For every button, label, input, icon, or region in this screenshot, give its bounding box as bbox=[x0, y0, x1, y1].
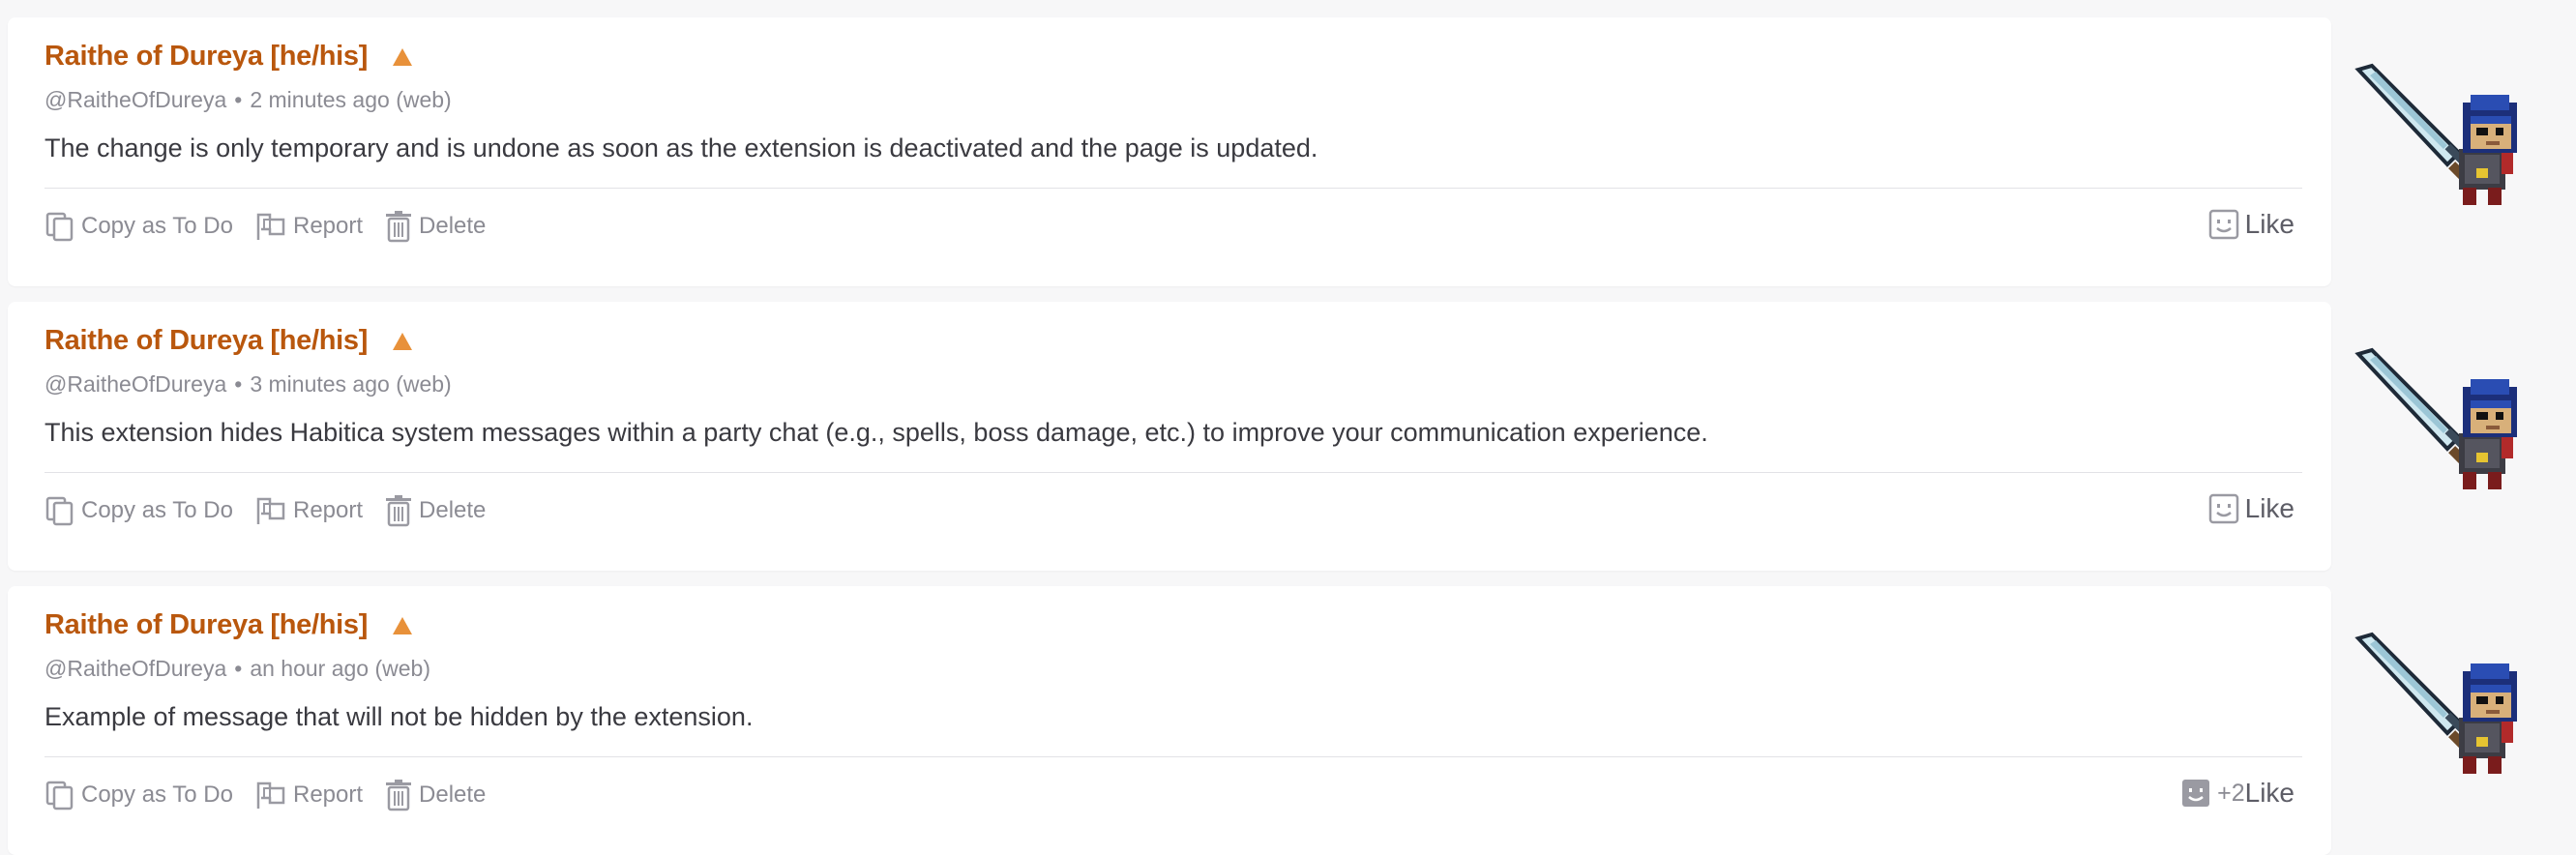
sword-icon bbox=[2354, 632, 2472, 750]
message-card: Raithe of Dureya [he/his] @RaitheOfDurey… bbox=[8, 302, 2331, 571]
username[interactable]: Raithe of Dureya [he/his] bbox=[44, 41, 368, 73]
smiley-face-icon bbox=[2208, 493, 2238, 524]
delete-button[interactable]: Delete bbox=[384, 494, 486, 527]
copy-as-todo-label: Copy as To Do bbox=[81, 213, 233, 239]
flag-icon bbox=[256, 497, 285, 524]
report-label: Report bbox=[292, 213, 364, 239]
copy-as-todo-button[interactable]: Copy as To Do bbox=[44, 211, 233, 242]
report-button[interactable]: Report bbox=[254, 211, 363, 242]
message-meta: @RaitheOfDureya • 3 minutes ago (web) bbox=[44, 371, 452, 398]
chat-message: Raithe of Dureya [he/his] @RaitheOfDurey… bbox=[0, 569, 2576, 855]
message-meta: @RaitheOfDureya • 2 minutes ago (web) bbox=[44, 87, 452, 113]
copy-as-todo-button[interactable]: Copy as To Do bbox=[44, 495, 233, 526]
like-count: +2 bbox=[2217, 779, 2245, 807]
message-timestamp: an hour ago (web) bbox=[250, 656, 431, 681]
message-text: Example of message that will not be hidd… bbox=[44, 702, 754, 731]
report-label: Report bbox=[292, 497, 364, 523]
copy-icon bbox=[45, 781, 74, 811]
user-avatar[interactable] bbox=[2351, 627, 2534, 781]
user-handle: @RaitheOfDureya bbox=[44, 371, 227, 397]
tier-triangle-icon bbox=[392, 46, 413, 68]
like-label: Like bbox=[2244, 209, 2295, 239]
copy-icon bbox=[45, 212, 74, 242]
user-handle: @RaitheOfDureya bbox=[44, 87, 227, 112]
copy-as-todo-button[interactable]: Copy as To Do bbox=[44, 780, 233, 811]
message-actions: Copy as To Do Report Delete bbox=[44, 207, 507, 246]
delete-label: Delete bbox=[419, 497, 487, 523]
smiley-face-icon bbox=[2208, 209, 2238, 240]
smiley-face-filled-icon bbox=[2182, 780, 2210, 807]
message-header: Raithe of Dureya [he/his] bbox=[44, 609, 413, 641]
delete-label: Delete bbox=[419, 213, 487, 239]
divider bbox=[44, 188, 2302, 189]
like-button[interactable]: Like bbox=[2208, 205, 2295, 244]
report-label: Report bbox=[292, 781, 364, 808]
message-timestamp: 3 minutes ago (web) bbox=[250, 371, 452, 397]
tier-triangle-icon bbox=[392, 615, 413, 636]
flag-icon bbox=[256, 781, 285, 809]
like-button[interactable]: Like bbox=[2208, 489, 2295, 528]
message-header: Raithe of Dureya [he/his] bbox=[44, 325, 413, 357]
like-button[interactable]: +2 Like bbox=[2180, 774, 2295, 812]
trash-icon bbox=[386, 495, 412, 527]
meta-separator: • bbox=[234, 371, 243, 397]
trash-icon bbox=[386, 211, 412, 243]
sword-icon bbox=[2354, 63, 2472, 181]
like-label: Like bbox=[2244, 778, 2295, 808]
copy-as-todo-label: Copy as To Do bbox=[81, 781, 233, 808]
message-card: Raithe of Dureya [he/his] @RaitheOfDurey… bbox=[8, 17, 2331, 286]
tier-triangle-icon bbox=[392, 331, 413, 352]
meta-separator: • bbox=[234, 87, 243, 112]
message-actions: Copy as To Do Report Delete bbox=[44, 491, 507, 530]
flag-icon bbox=[256, 213, 285, 240]
report-button[interactable]: Report bbox=[254, 780, 363, 811]
meta-separator: • bbox=[234, 656, 243, 681]
delete-label: Delete bbox=[419, 781, 487, 808]
divider bbox=[44, 756, 2302, 757]
message-text: The change is only temporary and is undo… bbox=[44, 133, 1318, 162]
delete-button[interactable]: Delete bbox=[384, 210, 486, 243]
username[interactable]: Raithe of Dureya [he/his] bbox=[44, 325, 368, 357]
divider bbox=[44, 472, 2302, 473]
message-meta: @RaitheOfDureya • an hour ago (web) bbox=[44, 656, 430, 682]
user-avatar[interactable] bbox=[2351, 342, 2534, 497]
trash-icon bbox=[386, 780, 412, 811]
chat-message: Raithe of Dureya [he/his] @RaitheOfDurey… bbox=[0, 0, 2576, 286]
user-handle: @RaitheOfDureya bbox=[44, 656, 227, 681]
copy-as-todo-label: Copy as To Do bbox=[81, 497, 233, 523]
username[interactable]: Raithe of Dureya [he/his] bbox=[44, 609, 368, 641]
chat-message: Raithe of Dureya [he/his] @RaitheOfDurey… bbox=[0, 284, 2576, 571]
like-label: Like bbox=[2244, 493, 2295, 523]
message-actions: Copy as To Do Report Delete bbox=[44, 776, 507, 814]
message-timestamp: 2 minutes ago (web) bbox=[250, 87, 452, 112]
report-button[interactable]: Report bbox=[254, 495, 363, 526]
message-text: This extension hides Habitica system mes… bbox=[44, 418, 1708, 447]
message-header: Raithe of Dureya [he/his] bbox=[44, 41, 413, 73]
delete-button[interactable]: Delete bbox=[384, 779, 486, 811]
user-avatar[interactable] bbox=[2351, 58, 2534, 213]
sword-icon bbox=[2354, 347, 2472, 465]
message-card: Raithe of Dureya [he/his] @RaitheOfDurey… bbox=[8, 586, 2331, 855]
copy-icon bbox=[45, 496, 74, 526]
